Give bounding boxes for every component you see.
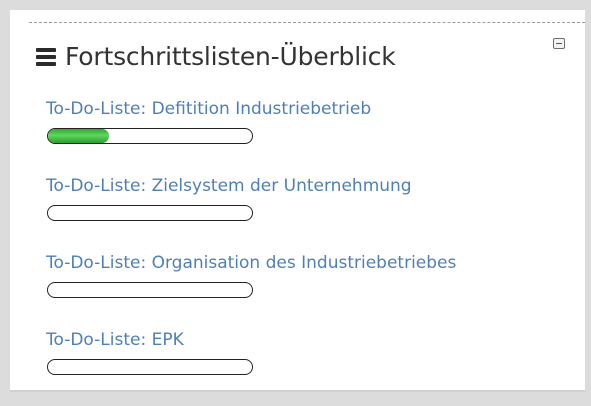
block-divider [29,22,585,23]
hamburger-menu-icon[interactable] [36,48,56,66]
progress-bar [47,282,253,298]
progress-bar [47,359,253,375]
progress-bar [47,128,253,144]
todo-list-link[interactable]: To-Do-Liste: Organisation des Industrieb… [46,252,565,274]
list-item: To-Do-Liste: EPK [46,329,565,406]
todo-list-link[interactable]: To-Do-Liste: EPK [46,329,565,351]
progress-overview-block: Fortschrittslisten-Überblick To-Do-Liste… [10,10,585,392]
list-item: To-Do-Liste: Defitition Industriebetrieb [46,98,565,175]
todo-list-link[interactable]: To-Do-Liste: Zielsystem der Unternehmung [46,175,565,197]
progress-bar [47,205,253,221]
todo-list-link[interactable]: To-Do-Liste: Defitition Industriebetrieb [46,98,565,120]
block-header: Fortschrittslisten-Überblick [36,36,565,76]
todo-list: To-Do-Liste: Defitition Industriebetrieb… [46,98,565,406]
list-item: To-Do-Liste: Organisation des Industrieb… [46,252,565,329]
list-item: To-Do-Liste: Zielsystem der Unternehmung [46,175,565,252]
collapse-block-button[interactable] [553,38,565,49]
block-bottom-border [10,390,585,392]
progress-bar-fill [48,129,110,143]
block-title: Fortschrittslisten-Überblick [65,41,396,71]
